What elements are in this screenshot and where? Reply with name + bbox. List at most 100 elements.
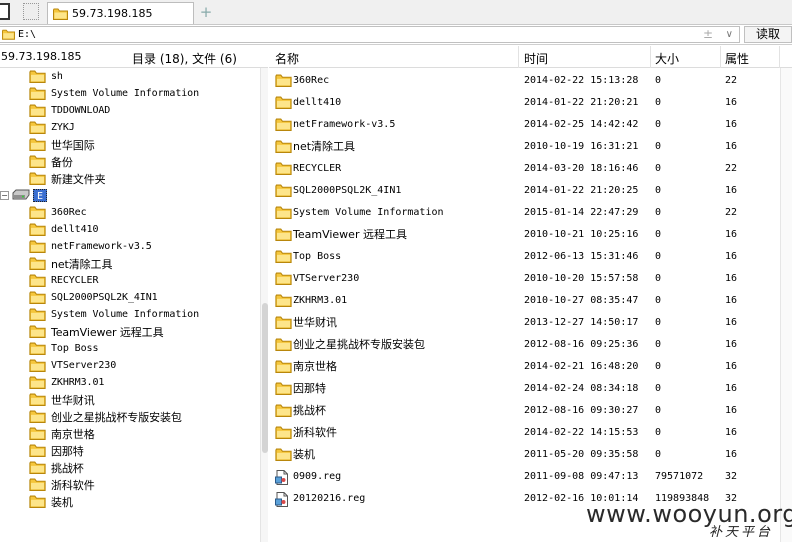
- collapse-toggle-icon[interactable]: −: [0, 191, 9, 200]
- tree-item-label: net清除工具: [51, 257, 113, 271]
- folder-icon: [275, 118, 292, 132]
- tree-folder-item[interactable]: System Volume Information: [0, 306, 260, 323]
- tree-item-label: 世华国际: [51, 138, 95, 152]
- cell-name: VTServer230: [293, 273, 360, 284]
- cell-attr: 22: [725, 75, 738, 86]
- tree-folder-item[interactable]: sh: [0, 68, 260, 85]
- folder-icon: [29, 291, 46, 304]
- tree-folder-item[interactable]: netFramework-v3.5: [0, 238, 260, 255]
- cell-attr: 16: [725, 229, 738, 240]
- tree-folder-item[interactable]: Top Boss: [0, 340, 260, 357]
- column-divider[interactable]: [650, 46, 651, 68]
- column-name[interactable]: 名称: [275, 50, 299, 67]
- tree-folder-item[interactable]: 创业之星挑战杯专版安装包: [0, 408, 260, 425]
- folder-icon: [275, 140, 292, 154]
- tree-folder-item[interactable]: 装机: [0, 493, 260, 510]
- tab-active[interactable]: 59.73.198.185: [47, 2, 194, 24]
- column-size[interactable]: 大小: [655, 50, 679, 67]
- file-list-panel: 名称 时间 大小 属性 360Rec 2014-02-22 15:13:28 0 22…: [269, 46, 792, 542]
- folder-icon: [275, 96, 292, 110]
- tab-scroll-button[interactable]: [23, 3, 39, 20]
- column-divider[interactable]: [518, 46, 519, 68]
- folder-row[interactable]: 360Rec 2014-02-22 15:13:28 0 22: [269, 70, 779, 92]
- tree-folder-item[interactable]: 世华财讯: [0, 391, 260, 408]
- tree-folder-item[interactable]: 新建文件夹: [0, 170, 260, 187]
- cell-attr: 16: [725, 339, 738, 350]
- folder-icon: [29, 325, 46, 338]
- window-control-button[interactable]: [0, 3, 10, 20]
- column-divider[interactable]: [779, 46, 780, 68]
- tree-folder-item[interactable]: TDDOWNLOAD: [0, 102, 260, 119]
- column-attr[interactable]: 属性: [725, 50, 749, 67]
- folder-icon: [29, 410, 46, 423]
- tree-folder-item[interactable]: ZKHRM3.01: [0, 374, 260, 391]
- folder-icon: [29, 495, 46, 508]
- folder-row[interactable]: 创业之星挑战杯专版安装包 2012-08-16 09:25:36 0 16: [269, 334, 779, 356]
- tree-folder-item[interactable]: 因那特: [0, 442, 260, 459]
- folder-row[interactable]: netFramework-v3.5 2014-02-25 14:42:42 0 16: [269, 114, 779, 136]
- folder-icon: [29, 308, 46, 321]
- folder-row[interactable]: 南京世格 2014-02-21 16:48:20 0 16: [269, 356, 779, 378]
- folder-row[interactable]: TeamViewer 远程工具 2010-10-21 10:25:16 0 16: [269, 224, 779, 246]
- folder-row[interactable]: 世华财讯 2013-12-27 14:50:17 0 16: [269, 312, 779, 334]
- add-tab-button[interactable]: +: [198, 3, 214, 21]
- cell-size: 0: [655, 97, 662, 108]
- cell-attr: 16: [725, 405, 738, 416]
- tree-folder-item[interactable]: 世华国际: [0, 136, 260, 153]
- tree-folder-item[interactable]: VTServer230: [0, 357, 260, 374]
- folder-row[interactable]: System Volume Information 2015-01-14 22:4…: [269, 202, 779, 224]
- address-input[interactable]: E:\ ± ∨: [0, 26, 740, 43]
- tree-folder-item[interactable]: 备份: [0, 153, 260, 170]
- plus-minus-icon[interactable]: ±: [703, 27, 713, 42]
- cell-time: 2012-08-16 09:30:27: [524, 405, 639, 416]
- list-scrollbar[interactable]: [780, 68, 792, 542]
- tree-folder-item[interactable]: TeamViewer 远程工具: [0, 323, 260, 340]
- column-time[interactable]: 时间: [524, 50, 548, 67]
- folder-row[interactable]: Top Boss 2012-06-13 15:31:46 0 16: [269, 246, 779, 268]
- folder-row[interactable]: 因那特 2014-02-24 08:34:18 0 16: [269, 378, 779, 400]
- tree-folder-item[interactable]: 360Rec: [0, 204, 260, 221]
- cell-name: 创业之星挑战杯专版安装包: [293, 338, 425, 351]
- tree-item-label: 创业之星挑战杯专版安装包: [51, 410, 182, 424]
- cell-size: 0: [655, 273, 662, 284]
- folder-icon: [275, 74, 292, 88]
- folder-icon: [29, 393, 46, 406]
- tree-drive-item[interactable]: − E: [0, 187, 260, 204]
- tree-folder-item[interactable]: System Volume Information: [0, 85, 260, 102]
- column-divider[interactable]: [720, 46, 721, 68]
- folder-row[interactable]: dellt410 2014-01-22 21:20:21 0 16: [269, 92, 779, 114]
- cell-time: 2014-02-25 14:42:42: [524, 119, 639, 130]
- folder-row[interactable]: VTServer230 2010-10-20 15:57:58 0 16: [269, 268, 779, 290]
- folder-row[interactable]: SQL2000PSQL2K_4IN1 2014-01-22 21:20:25 0 16: [269, 180, 779, 202]
- folder-icon: [29, 223, 46, 236]
- folder-row[interactable]: ZKHRM3.01 2010-10-27 08:35:47 0 16: [269, 290, 779, 312]
- tree-folder-item[interactable]: dellt410: [0, 221, 260, 238]
- file-row[interactable]: 0909.reg 2011-09-08 09:47:13 79571072 32: [269, 466, 779, 488]
- tree-folder-item[interactable]: SQL2000PSQL2K_4IN1: [0, 289, 260, 306]
- cell-attr: 16: [725, 97, 738, 108]
- chevron-down-icon[interactable]: ∨: [726, 27, 733, 42]
- cell-time: 2014-03-20 18:16:46: [524, 163, 639, 174]
- folder-row[interactable]: 挑战杯 2012-08-16 09:30:27 0 16: [269, 400, 779, 422]
- tree-scrollbar-thumb[interactable]: [262, 303, 268, 453]
- tree-folder-item[interactable]: 挑战杯: [0, 459, 260, 476]
- folder-row[interactable]: 装机 2011-05-20 09:35:58 0 16: [269, 444, 779, 466]
- tree-item-label: 因那特: [51, 444, 84, 458]
- cell-size: 0: [655, 361, 662, 372]
- tree-folder-item[interactable]: 南京世格: [0, 425, 260, 442]
- folder-row[interactable]: RECYCLER 2014-03-20 18:16:46 0 22: [269, 158, 779, 180]
- tree-folder-item[interactable]: ZYKJ: [0, 119, 260, 136]
- folder-row[interactable]: 浙科软件 2014-02-22 14:15:53 0 16: [269, 422, 779, 444]
- cell-name: Top Boss: [293, 251, 342, 262]
- tree-item-label: 装机: [51, 495, 73, 509]
- tree-folder-item[interactable]: net清除工具: [0, 255, 260, 272]
- cell-attr: 16: [725, 317, 738, 328]
- tree-folder-item[interactable]: RECYCLER: [0, 272, 260, 289]
- tree-scrollbar[interactable]: [260, 68, 268, 542]
- read-button[interactable]: 读取: [744, 26, 792, 43]
- address-path: E:\: [18, 29, 37, 40]
- cell-size: 0: [655, 295, 662, 306]
- address-bar: E:\ ± ∨ 读取: [0, 25, 792, 45]
- folder-row[interactable]: net清除工具 2010-10-19 16:31:21 0 16: [269, 136, 779, 158]
- tree-folder-item[interactable]: 浙科软件: [0, 476, 260, 493]
